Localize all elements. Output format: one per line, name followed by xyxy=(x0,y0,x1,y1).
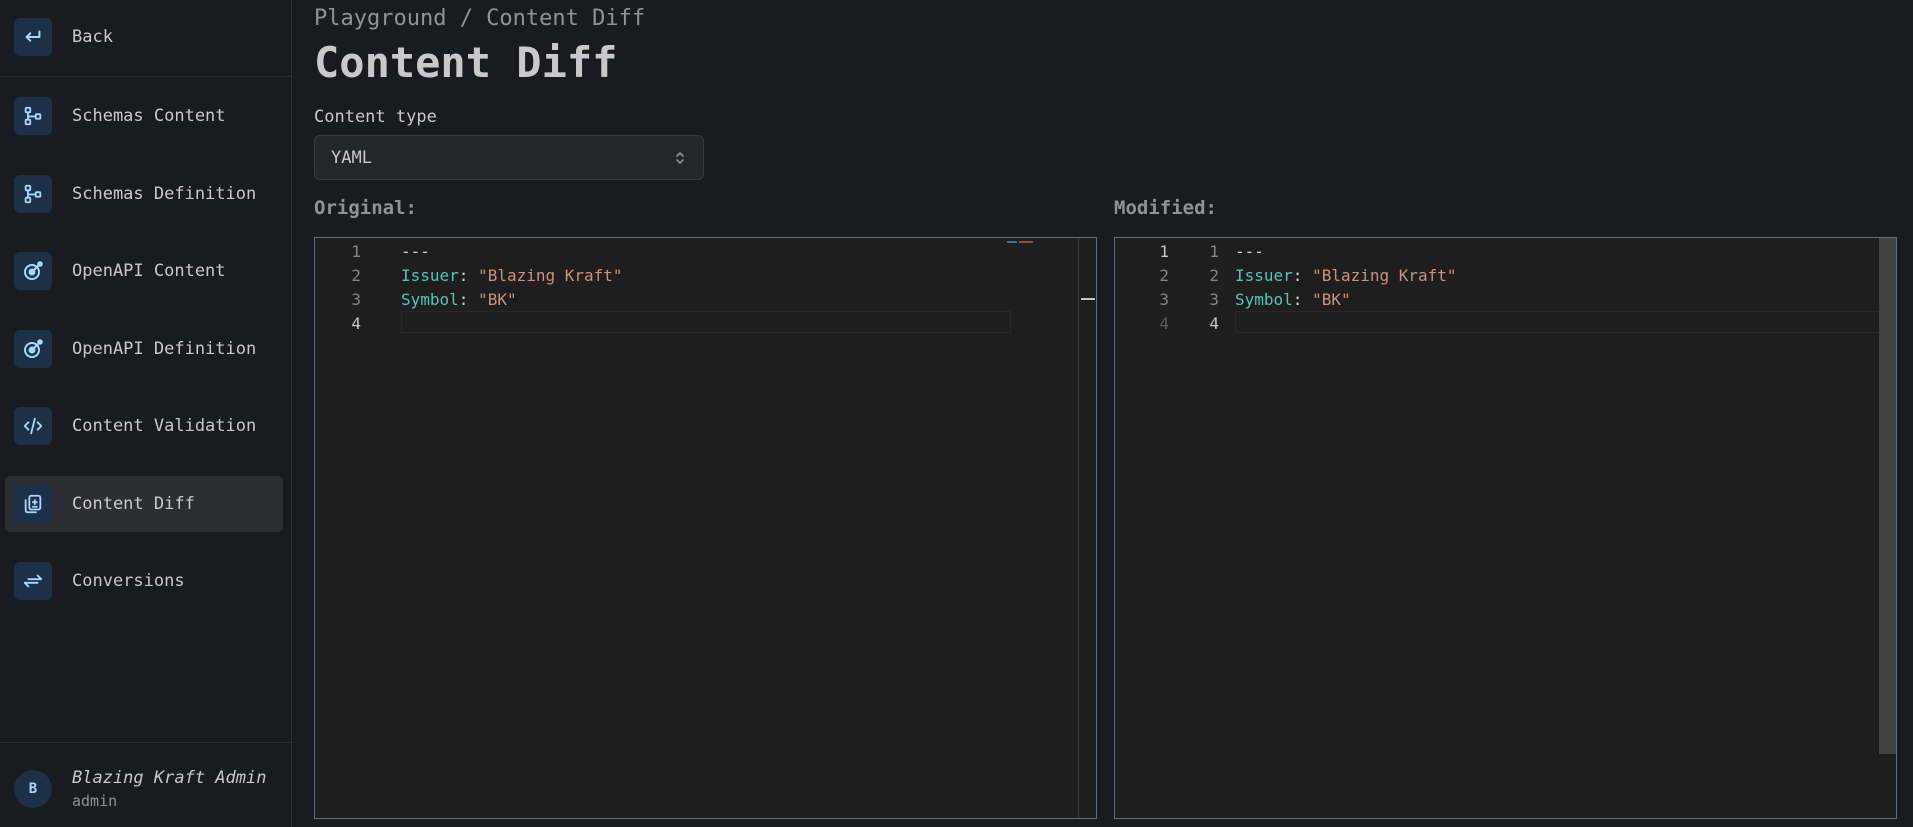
overview-ruler[interactable] xyxy=(1078,238,1079,818)
chevron-updown-icon xyxy=(673,149,687,172)
current-line-highlight xyxy=(1235,311,1896,333)
yaml-value: "BK" xyxy=(478,290,517,309)
minimap[interactable] xyxy=(1007,241,1035,245)
original-editor[interactable]: 1 2 3 4 --- Issuer: "Blazing Kraft" Symb… xyxy=(314,237,1097,819)
code-line: --- xyxy=(1235,242,1264,261)
sidebar-item-label: Schemas Definition xyxy=(72,184,257,204)
yaml-key: Symbol xyxy=(401,290,459,309)
content-type-select[interactable]: YAML xyxy=(314,135,704,180)
sidebar-item-label: Schemas Content xyxy=(72,106,226,126)
original-label: Original: xyxy=(314,197,417,219)
yaml-sep: : xyxy=(1292,290,1313,309)
line-number: 1 xyxy=(1209,242,1219,261)
sidebar: Back Schemas Content Schemas Definition … xyxy=(0,0,292,827)
vertical-scrollbar[interactable] xyxy=(1879,238,1896,754)
schema-icon xyxy=(14,97,52,135)
sidebar-item-conversions[interactable]: Conversions xyxy=(5,553,283,609)
breadcrumb: Playground / Content Diff xyxy=(314,6,646,31)
content-type-label: Content type xyxy=(314,107,437,127)
sidebar-item-content-validation[interactable]: Content Validation xyxy=(5,398,283,454)
line-number: 3 xyxy=(351,290,361,309)
current-line-highlight xyxy=(401,311,1011,333)
divider xyxy=(0,742,292,743)
overview-ruler-marker xyxy=(1081,298,1095,300)
sidebar-item-label: Conversions xyxy=(72,571,185,591)
sidebar-item-openapi-definition[interactable]: OpenAPI Definition xyxy=(5,321,283,377)
line-number: 3 xyxy=(1209,290,1219,309)
yaml-sep: : xyxy=(1292,266,1313,285)
code-line: Symbol: "BK" xyxy=(401,288,517,312)
page-title: Content Diff xyxy=(314,38,618,87)
yaml-value: "BK" xyxy=(1312,290,1351,309)
original-line-number: 3 xyxy=(1159,290,1169,309)
line-number: 1 xyxy=(351,242,361,261)
sidebar-item-label: OpenAPI Content xyxy=(72,261,226,281)
yaml-key: Issuer xyxy=(1235,266,1293,285)
arrows-exchange-icon xyxy=(14,562,52,600)
back-arrow-icon xyxy=(14,18,52,56)
user-role: admin xyxy=(72,792,118,810)
original-line-number: 4 xyxy=(1159,314,1169,333)
schema-icon xyxy=(14,175,52,213)
sidebar-item-schemas-content[interactable]: Schemas Content xyxy=(5,88,283,144)
yaml-sep: : xyxy=(458,266,479,285)
line-number: 4 xyxy=(351,314,361,333)
yaml-value: "Blazing Kraft" xyxy=(1312,266,1457,285)
modified-label: Modified: xyxy=(1114,197,1217,219)
code-line: Issuer: "Blazing Kraft" xyxy=(1235,264,1457,288)
back-label: Back xyxy=(72,27,113,47)
openapi-icon xyxy=(14,252,52,290)
divider xyxy=(0,76,292,77)
code-line: Symbol: "BK" xyxy=(1235,288,1351,312)
user-name: Blazing Kraft Admin xyxy=(72,768,267,788)
code-line: Issuer: "Blazing Kraft" xyxy=(401,264,623,288)
content-type-value: YAML xyxy=(331,147,372,168)
yaml-key: Symbol xyxy=(1235,290,1293,309)
code-line: --- xyxy=(401,242,430,261)
line-number: 2 xyxy=(1209,266,1219,285)
back-button[interactable]: Back xyxy=(5,9,283,65)
code-icon xyxy=(14,407,52,445)
line-number: 2 xyxy=(351,266,361,285)
openapi-icon xyxy=(14,330,52,368)
line-number: 4 xyxy=(1209,314,1219,333)
sidebar-item-openapi-content[interactable]: OpenAPI Content xyxy=(5,243,283,299)
yaml-key: Issuer xyxy=(401,266,459,285)
avatar: B xyxy=(14,770,52,808)
user-menu[interactable]: B Blazing Kraft Admin admin xyxy=(14,768,266,810)
sidebar-item-schemas-definition[interactable]: Schemas Definition xyxy=(5,166,283,222)
sidebar-item-content-diff[interactable]: Content Diff xyxy=(5,476,283,532)
modified-editor[interactable]: 1 2 3 4 1 2 3 4 --- Issuer: "Blazing Kra… xyxy=(1114,237,1897,819)
original-line-number: 2 xyxy=(1159,266,1169,285)
yaml-value: "Blazing Kraft" xyxy=(478,266,623,285)
sidebar-item-label: Content Diff xyxy=(72,494,195,514)
yaml-sep: : xyxy=(458,290,479,309)
diff-icon xyxy=(14,485,52,523)
original-line-number: 1 xyxy=(1159,242,1169,261)
sidebar-item-label: OpenAPI Definition xyxy=(72,339,257,359)
sidebar-item-label: Content Validation xyxy=(72,416,257,436)
